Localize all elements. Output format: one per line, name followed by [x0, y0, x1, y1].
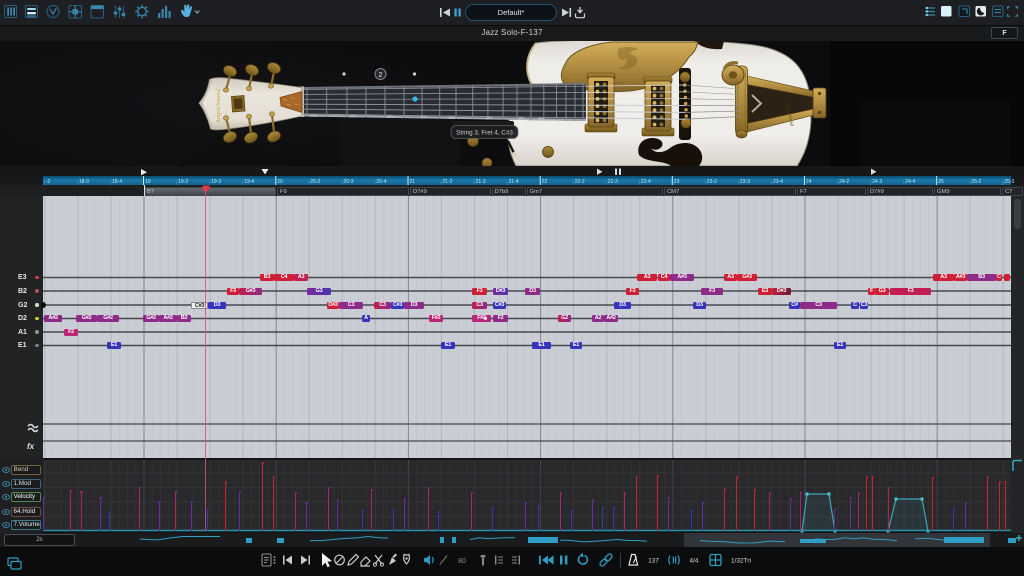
- svg-text:137: 137: [648, 558, 659, 565]
- svg-text:AmpleSound: AmpleSound: [216, 88, 222, 124]
- svg-text:80: 80: [458, 558, 466, 565]
- svg-text:4/4: 4/4: [689, 558, 698, 565]
- svg-text:Default*: Default*: [498, 8, 525, 17]
- svg-text:String 3, Fret 4, C#3: String 3, Fret 4, C#3: [456, 130, 513, 137]
- svg-text:1/32Tri: 1/32Tri: [731, 558, 751, 565]
- svg-text:2: 2: [379, 72, 383, 79]
